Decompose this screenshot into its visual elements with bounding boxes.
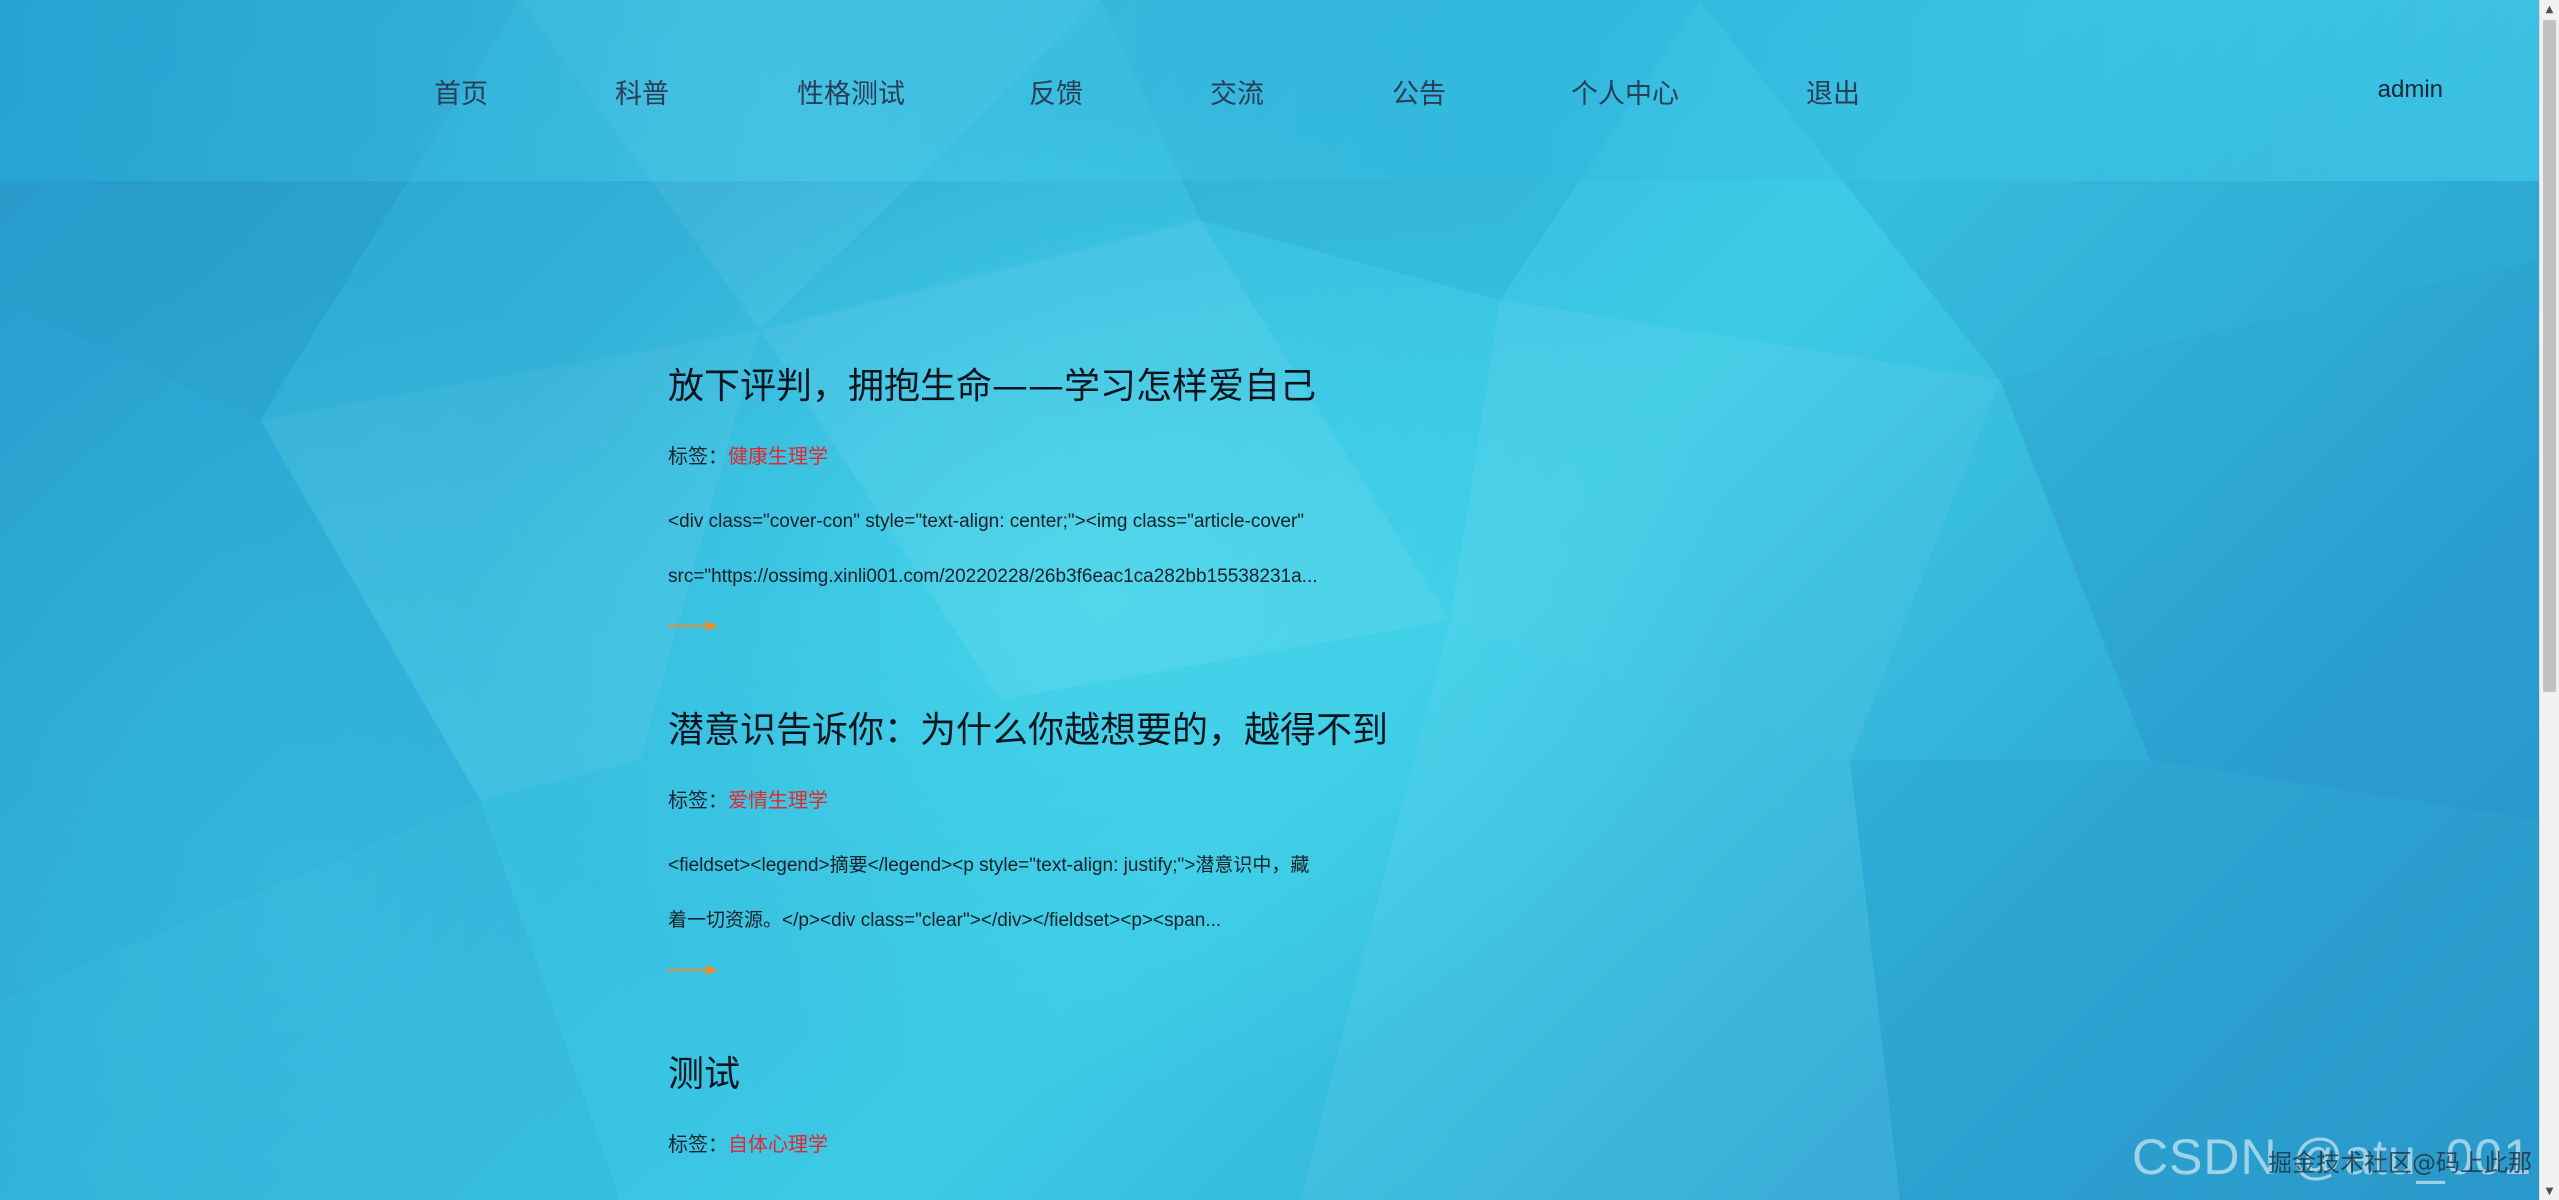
vertical-scrollbar[interactable]: ▲ ▼ xyxy=(2539,0,2559,1200)
read-more-arrow-icon[interactable] xyxy=(668,960,718,980)
article-tag-row: 标签：爱情生理学 xyxy=(668,786,1408,814)
tag-value[interactable]: 健康生理学 xyxy=(728,444,828,468)
article-item: 放下评判，拥抱生命——学习怎样爱自己 标签：健康生理学 <div class="… xyxy=(668,362,1408,636)
article-title[interactable]: 潜意识告诉你：为什么你越想要的，越得不到 xyxy=(668,706,1408,756)
nav-science[interactable]: 科普 xyxy=(615,72,669,111)
nav-announcements[interactable]: 公告 xyxy=(1392,72,1446,111)
nav-logout[interactable]: 退出 xyxy=(1806,72,1860,111)
article-tag-row: 标签：自体心理学 xyxy=(668,1130,1408,1158)
tag-value[interactable]: 自体心理学 xyxy=(728,1132,828,1156)
tag-value[interactable]: 爱情生理学 xyxy=(728,788,828,812)
nav-personality-test[interactable]: 性格测试 xyxy=(797,72,905,111)
scroll-down-arrow-icon[interactable]: ▼ xyxy=(2540,1182,2559,1200)
article-item: 潜意识告诉你：为什么你越想要的，越得不到 标签：爱情生理学 <fieldset>… xyxy=(668,706,1408,980)
scroll-up-arrow-icon[interactable]: ▲ xyxy=(2540,0,2559,18)
nav-communication[interactable]: 交流 xyxy=(1210,72,1264,111)
tag-label: 标签： xyxy=(668,1132,728,1156)
summary-line: <div class="cover-con" style="text-align… xyxy=(668,511,1305,532)
article-tag-row: 标签：健康生理学 xyxy=(668,442,1408,470)
article-summary: <fieldset><legend>摘要</legend><p style="t… xyxy=(668,838,1408,948)
summary-line: 着一切资源。</p><div class="clear"></div></fie… xyxy=(668,910,1222,931)
article-summary: <div class="cover-con" style="text-align… xyxy=(668,494,1408,604)
article-item: 测试 标签：自体心理学 xyxy=(668,1050,1408,1158)
article-title[interactable]: 测试 xyxy=(668,1050,1408,1100)
summary-line: <fieldset><legend>摘要</legend><p style="t… xyxy=(668,855,1310,876)
read-more-arrow-icon[interactable] xyxy=(668,616,718,636)
tag-label: 标签： xyxy=(668,788,728,812)
scroll-thumb[interactable] xyxy=(2543,20,2556,692)
article-title[interactable]: 放下评判，拥抱生命——学习怎样爱自己 xyxy=(668,362,1408,412)
summary-line: src="https://ossimg.xinli001.com/2022022… xyxy=(668,566,1318,587)
nav-home[interactable]: 首页 xyxy=(434,72,488,111)
user-name[interactable]: admin xyxy=(2378,76,2443,104)
nav-feedback[interactable]: 反馈 xyxy=(1029,72,1083,111)
tag-label: 标签： xyxy=(668,444,728,468)
watermark-sub: 掘金技术社区@码上此那 xyxy=(2268,1149,2532,1177)
top-navigation-bar: 首页 科普 性格测试 反馈 交流 公告 个人中心 退出 admin xyxy=(0,0,2540,181)
nav-personal-center[interactable]: 个人中心 xyxy=(1571,72,1679,111)
